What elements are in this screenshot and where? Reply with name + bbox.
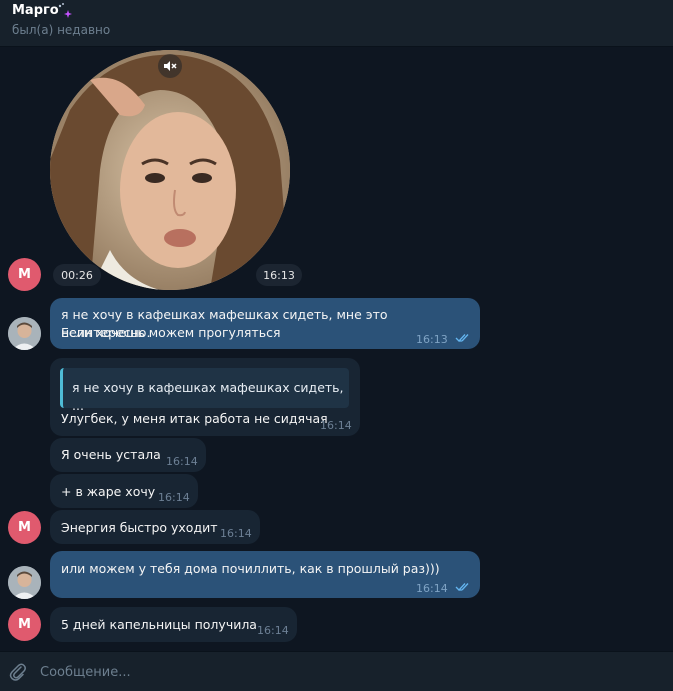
message-text: + в жаре хочу: [61, 484, 156, 499]
message-text: Если хочешь можем прогуляться: [61, 325, 281, 340]
contact-avatar[interactable]: М: [8, 608, 41, 641]
paperclip-icon[interactable]: [9, 662, 27, 682]
double-check-icon: [455, 583, 469, 591]
message-time: 16:14: [257, 624, 289, 637]
speaker-muted-icon: [164, 61, 177, 71]
message-time: 16:14: [220, 527, 252, 540]
message-bubble[interactable]: я не хочу в кафешках мафешках сидеть, ..…: [50, 358, 360, 436]
message-bubble[interactable]: 5 дней капельницы получила 16:14: [50, 607, 297, 642]
message-bubble[interactable]: Я очень устала 16:14: [50, 438, 206, 472]
message-time: 16:13: [416, 333, 448, 346]
user-avatar[interactable]: [8, 566, 41, 599]
message-time: 16:14: [158, 491, 190, 504]
message-time: 16:14: [320, 419, 352, 432]
message-text: 5 дней капельницы получила: [61, 617, 257, 632]
chat-title[interactable]: Марго: [12, 3, 59, 18]
double-check-icon: [455, 334, 469, 342]
message-bubble[interactable]: или можем у тебя дома почиллить, как в п…: [50, 551, 480, 598]
contact-avatar[interactable]: М: [8, 511, 41, 544]
user-photo: [8, 317, 41, 350]
video-frame: [50, 50, 290, 290]
video-message[interactable]: [50, 50, 290, 290]
message-text: Я очень устала: [61, 447, 161, 462]
message-composer: [0, 651, 673, 691]
user-avatar[interactable]: [8, 317, 41, 350]
contact-avatar[interactable]: М: [8, 258, 41, 291]
message-bubble[interactable]: + в жаре хочу 16:14: [50, 474, 198, 508]
sparkle-icon: [58, 3, 72, 18]
chat-status: был(а) недавно: [12, 23, 111, 37]
video-time: 16:13: [256, 264, 302, 286]
reply-preview[interactable]: я не хочу в кафешках мафешках сидеть, ..…: [60, 368, 349, 413]
message-time: 16:14: [166, 455, 198, 468]
message-input[interactable]: [38, 657, 642, 687]
mute-button[interactable]: [158, 54, 182, 78]
message-bubble[interactable]: я не хочу в кафешках мафешках сидеть, мн…: [50, 298, 480, 349]
user-photo: [8, 566, 41, 599]
message-text: или можем у тебя дома почиллить, как в п…: [61, 561, 440, 576]
message-text: Улугбек, у меня итак работа не сидячая: [61, 411, 328, 426]
message-bubble[interactable]: Энергия быстро уходит 16:14: [50, 510, 260, 544]
message-time: 16:14: [416, 582, 448, 595]
video-duration: 00:26: [53, 264, 101, 286]
message-text: Энергия быстро уходит: [61, 520, 218, 535]
chat-header[interactable]: Марго был(а) недавно: [0, 0, 673, 47]
